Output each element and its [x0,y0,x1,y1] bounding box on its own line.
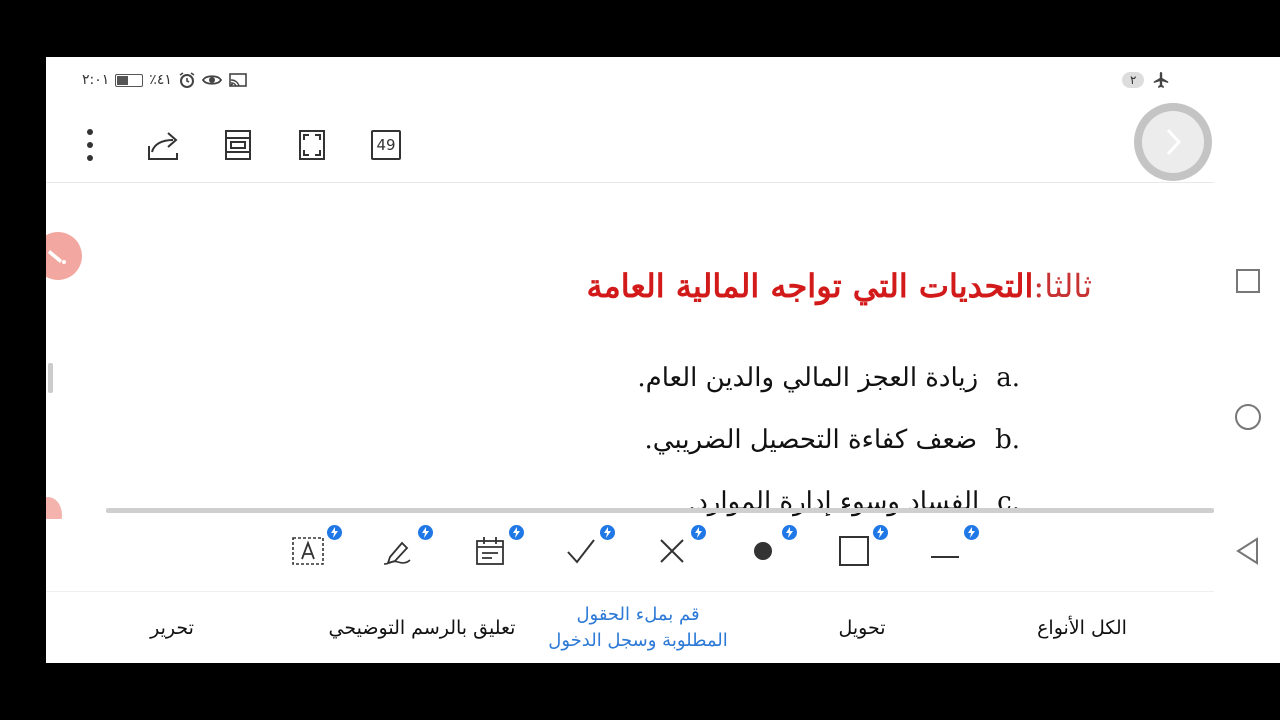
pro-badge [509,525,524,540]
document-heading: ثالثا:التحديات التي تواجه المالية العامة [587,267,1093,305]
list-item-text: زيادة العجز المالي والدين العام. [637,363,979,393]
bolt-icon [331,527,338,538]
tab-fill-and-sign[interactable]: قم بملء الحقول المطلوبة وسجل الدخول [516,592,760,663]
list-item-text: ضعف كفاءة التحصيل الضريبي. [644,425,978,455]
signature-pen-icon [383,541,411,565]
list-item-letter: a. [996,363,1020,393]
floating-annotate-button[interactable] [46,232,82,280]
tab-convert-label: تحويل [838,617,886,639]
list-item-letter: b. [995,425,1020,455]
pro-badge [600,525,615,540]
list-item: a. زيادة العجز المالي والدين العام. [637,363,1020,393]
square-nav-icon [1236,269,1260,293]
pro-badge [964,525,979,540]
home-button[interactable] [1234,403,1262,431]
more-options-button[interactable] [70,125,110,165]
tab-fill-line2: المطلوبة وسجل الدخول [548,630,728,651]
pro-badge [327,525,342,540]
more-vertical-icon [87,129,93,161]
dot-tool[interactable] [743,525,797,571]
status-right-group: ٢ [1122,71,1170,89]
bolt-icon [968,527,975,538]
status-left-group: ٢:٠١ ٪٤١ [82,71,248,89]
cross-mark-tool[interactable] [652,525,706,571]
annotation-tool-row [46,521,1214,585]
share-button[interactable] [144,125,184,165]
eye-comfort-icon [201,75,222,85]
calendar-icon [476,537,504,565]
text-box-icon [292,537,324,565]
top-toolbar: 49 [46,117,1214,183]
phone-screen: ٢:٠١ ٪٤١ ٢ 49 ثالثا:التحديات التي تواجه … [46,57,1280,663]
status-time: ٢:٠١ [82,72,110,88]
bolt-icon [422,527,429,538]
floating-tool-button[interactable] [46,497,62,519]
bolt-icon [513,527,520,538]
status-bar: ٢:٠١ ٪٤١ ٢ [46,57,1214,103]
pro-badge [418,525,433,540]
signature-tool[interactable] [379,525,433,571]
tab-edit-label: تحرير [150,617,194,639]
panel-divider-handle[interactable] [106,508,1214,513]
check-mark-tool[interactable] [561,525,615,571]
next-page-inner [1142,111,1204,173]
recent-apps-button[interactable] [1234,267,1262,295]
cast-icon [229,73,247,87]
dot-icon [754,542,772,560]
bolt-icon [877,527,884,538]
bolt-icon [604,527,611,538]
text-box-tool[interactable] [288,525,342,571]
fullscreen-button[interactable] [292,125,332,165]
reading-mode-button[interactable] [218,125,258,165]
tab-all-types-label: الكل الأنواع [1037,617,1127,639]
square-icon [839,536,869,566]
tab-fill-line1: قم بملء الحقول [576,604,700,625]
back-button[interactable] [1234,537,1262,565]
bottom-tab-bar: تحرير تعليق بالرسم التوضيحي قم بملء الحق… [46,591,1214,663]
battery-fill [117,75,128,85]
square-tool[interactable] [834,525,888,571]
next-page-button[interactable] [1134,103,1212,181]
reading-mode-icon [225,130,251,160]
line-icon [931,556,959,558]
date-tool[interactable] [470,525,524,571]
pro-badge [873,525,888,540]
tab-drawing-comment-label: تعليق بالرسم التوضيحي [328,617,516,639]
notification-count: ٢ [1122,72,1145,88]
bolt-icon [695,527,702,538]
bolt-icon [786,527,793,538]
document-page: ثالثا:التحديات التي تواجه المالية العامة… [46,185,1214,519]
battery-icon [115,73,144,87]
circle-nav-icon [1235,404,1261,430]
pro-badge [691,525,706,540]
check-mark-icon [567,539,595,564]
fullscreen-icon [299,130,325,160]
page-count: 49 [371,130,401,160]
system-nav-bar [1214,103,1280,663]
battery-percent: ٪٤١ [149,72,172,88]
alarm-icon [179,72,195,88]
line-tool[interactable] [925,525,979,571]
list-item: b. ضعف كفاءة التحصيل الضريبي. [645,425,1020,455]
pro-badge [782,525,797,540]
heading-prefix: ثالثا: [1033,267,1092,305]
tab-all-types[interactable]: الكل الأنواع [1012,592,1152,663]
triangle-back-icon [1236,537,1258,565]
pen-icon [48,250,66,264]
chevron-right-icon [1166,128,1182,156]
tab-convert[interactable]: تحويل [792,592,932,663]
heading-text: التحديات التي تواجه المالية العامة [586,267,1034,305]
cross-mark-icon [660,539,684,563]
scroll-handle[interactable] [48,363,53,393]
page-count-button[interactable]: 49 [366,125,406,165]
airplane-mode-icon [1154,72,1169,88]
tab-edit[interactable]: تحرير [112,592,232,663]
share-icon [148,132,178,160]
